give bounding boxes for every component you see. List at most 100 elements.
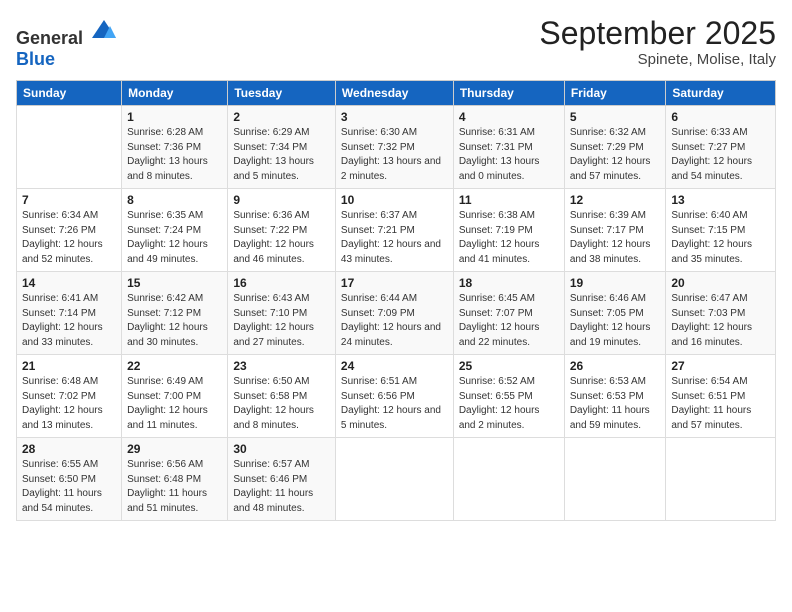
- calendar-cell: [453, 438, 564, 521]
- logo-blue: Blue: [16, 49, 55, 69]
- day-info: Sunrise: 6:40 AMSunset: 7:15 PMDaylight:…: [671, 209, 770, 267]
- day-number: 23: [233, 359, 330, 373]
- weekday-header: Monday: [122, 81, 228, 106]
- day-number: 25: [459, 359, 559, 373]
- logo: General Blue: [16, 16, 118, 70]
- calendar-table: SundayMondayTuesdayWednesdayThursdayFrid…: [16, 80, 776, 521]
- calendar-cell: 24 Sunrise: 6:51 AMSunset: 6:56 PMDayligh…: [335, 355, 453, 438]
- day-number: 26: [570, 359, 661, 373]
- day-number: 12: [570, 193, 661, 207]
- day-number: 16: [233, 276, 330, 290]
- weekday-header: Thursday: [453, 81, 564, 106]
- calendar-cell: 5 Sunrise: 6:32 AMSunset: 7:29 PMDaylight…: [564, 106, 666, 189]
- calendar-cell: 8Sunrise: 6:35 AMSunset: 7:24 PMDaylight…: [122, 189, 228, 272]
- calendar-cell: 7Sunrise: 6:34 AMSunset: 7:26 PMDaylight…: [17, 189, 122, 272]
- location-subtitle: Spinete, Molise, Italy: [539, 51, 776, 68]
- day-info: Sunrise: 6:56 AMSunset: 6:48 PMDaylight:…: [127, 458, 222, 516]
- day-number: 2: [233, 110, 330, 124]
- day-number: 22: [127, 359, 222, 373]
- day-number: 8: [127, 193, 222, 207]
- calendar-cell: 15Sunrise: 6:42 AMSunset: 7:12 PMDayligh…: [122, 272, 228, 355]
- day-number: 17: [341, 276, 448, 290]
- calendar-cell: [666, 438, 776, 521]
- calendar-cell: 6Sunrise: 6:33 AMSunset: 7:27 PMDaylight…: [666, 106, 776, 189]
- day-number: 1: [127, 110, 222, 124]
- weekday-header: Sunday: [17, 81, 122, 106]
- day-info: Sunrise: 6:51 AMSunset: 6:56 PMDaylight:…: [341, 375, 448, 433]
- weekday-header: Tuesday: [228, 81, 336, 106]
- page-header: General Blue September 2025 Spinete, Mol…: [16, 16, 776, 70]
- day-number: 19: [570, 276, 661, 290]
- day-info: Sunrise: 6:52 AMSunset: 6:55 PMDaylight:…: [459, 375, 559, 433]
- title-block: September 2025 Spinete, Molise, Italy: [539, 16, 776, 68]
- weekday-header: Friday: [564, 81, 666, 106]
- day-number: 29: [127, 442, 222, 456]
- day-number: 30: [233, 442, 330, 456]
- day-number: 4: [459, 110, 559, 124]
- day-info: Sunrise: 6:38 AMSunset: 7:19 PMDaylight:…: [459, 209, 559, 267]
- day-info: Sunrise: 6:30 AMSunset: 7:32 PMDaylight:…: [341, 126, 448, 184]
- calendar-cell: 16Sunrise: 6:43 AMSunset: 7:10 PMDayligh…: [228, 272, 336, 355]
- calendar-cell: 4 Sunrise: 6:31 AMSunset: 7:31 PMDaylight…: [453, 106, 564, 189]
- day-info: Sunrise: 6:53 AMSunset: 6:53 PMDaylight:…: [570, 375, 661, 433]
- day-info: Sunrise: 6:32 AMSunset: 7:29 PMDaylight:…: [570, 126, 661, 184]
- logo-general: General: [16, 28, 83, 48]
- day-number: 7: [22, 193, 116, 207]
- day-number: 21: [22, 359, 116, 373]
- day-number: 3: [341, 110, 448, 124]
- day-info: Sunrise: 6:33 AMSunset: 7:27 PMDaylight:…: [671, 126, 770, 184]
- day-info: Sunrise: 6:39 AMSunset: 7:17 PMDaylight:…: [570, 209, 661, 267]
- calendar-cell: 25 Sunrise: 6:52 AMSunset: 6:55 PMDayligh…: [453, 355, 564, 438]
- calendar-cell: 28Sunrise: 6:55 AMSunset: 6:50 PMDayligh…: [17, 438, 122, 521]
- month-title: September 2025: [539, 16, 776, 51]
- day-info: Sunrise: 6:48 AMSunset: 7:02 PMDaylight:…: [22, 375, 116, 433]
- calendar-cell: 1Sunrise: 6:28 AMSunset: 7:36 PMDaylight…: [122, 106, 228, 189]
- day-number: 9: [233, 193, 330, 207]
- day-info: Sunrise: 6:49 AMSunset: 7:00 PMDaylight:…: [127, 375, 222, 433]
- day-info: Sunrise: 6:41 AMSunset: 7:14 PMDaylight:…: [22, 292, 116, 350]
- calendar-week-row: 21 Sunrise: 6:48 AMSunset: 7:02 PMDayligh…: [17, 355, 776, 438]
- day-number: 14: [22, 276, 116, 290]
- day-info: Sunrise: 6:54 AMSunset: 6:51 PMDaylight:…: [671, 375, 770, 433]
- day-number: 27: [671, 359, 770, 373]
- calendar-cell: 23 Sunrise: 6:50 AMSunset: 6:58 PMDayligh…: [228, 355, 336, 438]
- day-info: Sunrise: 6:50 AMSunset: 6:58 PMDaylight:…: [233, 375, 330, 433]
- day-info: Sunrise: 6:46 AMSunset: 7:05 PMDaylight:…: [570, 292, 661, 350]
- logo-text: General Blue: [16, 16, 118, 70]
- day-number: 5: [570, 110, 661, 124]
- calendar-cell: [335, 438, 453, 521]
- calendar-cell: 22 Sunrise: 6:49 AMSunset: 7:00 PMDayligh…: [122, 355, 228, 438]
- calendar-cell: 10 Sunrise: 6:37 AMSunset: 7:21 PMDayligh…: [335, 189, 453, 272]
- calendar-cell: 3 Sunrise: 6:30 AMSunset: 7:32 PMDaylight…: [335, 106, 453, 189]
- day-info: Sunrise: 6:37 AMSunset: 7:21 PMDaylight:…: [341, 209, 448, 267]
- calendar-cell: 11 Sunrise: 6:38 AMSunset: 7:19 PMDayligh…: [453, 189, 564, 272]
- calendar-cell: 29 Sunrise: 6:56 AMSunset: 6:48 PMDayligh…: [122, 438, 228, 521]
- day-info: Sunrise: 6:44 AMSunset: 7:09 PMDaylight:…: [341, 292, 448, 350]
- day-info: Sunrise: 6:45 AMSunset: 7:07 PMDaylight:…: [459, 292, 559, 350]
- weekday-header-row: SundayMondayTuesdayWednesdayThursdayFrid…: [17, 81, 776, 106]
- calendar-cell: 12 Sunrise: 6:39 AMSunset: 7:17 PMDayligh…: [564, 189, 666, 272]
- calendar-week-row: 28Sunrise: 6:55 AMSunset: 6:50 PMDayligh…: [17, 438, 776, 521]
- calendar-cell: 19 Sunrise: 6:46 AMSunset: 7:05 PMDayligh…: [564, 272, 666, 355]
- day-number: 28: [22, 442, 116, 456]
- logo-icon: [90, 16, 118, 44]
- day-number: 20: [671, 276, 770, 290]
- day-info: Sunrise: 6:29 AMSunset: 7:34 PMDaylight:…: [233, 126, 330, 184]
- day-info: Sunrise: 6:42 AMSunset: 7:12 PMDaylight:…: [127, 292, 222, 350]
- calendar-cell: 21 Sunrise: 6:48 AMSunset: 7:02 PMDayligh…: [17, 355, 122, 438]
- day-number: 11: [459, 193, 559, 207]
- day-number: 24: [341, 359, 448, 373]
- day-info: Sunrise: 6:36 AMSunset: 7:22 PMDaylight:…: [233, 209, 330, 267]
- calendar-cell: [564, 438, 666, 521]
- calendar-cell: 18Sunrise: 6:45 AMSunset: 7:07 PMDayligh…: [453, 272, 564, 355]
- calendar-week-row: 1Sunrise: 6:28 AMSunset: 7:36 PMDaylight…: [17, 106, 776, 189]
- weekday-header: Wednesday: [335, 81, 453, 106]
- day-number: 10: [341, 193, 448, 207]
- calendar-cell: 26 Sunrise: 6:53 AMSunset: 6:53 PMDayligh…: [564, 355, 666, 438]
- day-number: 13: [671, 193, 770, 207]
- calendar-cell: 30Sunrise: 6:57 AMSunset: 6:46 PMDayligh…: [228, 438, 336, 521]
- calendar-cell: [17, 106, 122, 189]
- calendar-cell: 14 Sunrise: 6:41 AMSunset: 7:14 PMDayligh…: [17, 272, 122, 355]
- calendar-cell: 13 Sunrise: 6:40 AMSunset: 7:15 PMDayligh…: [666, 189, 776, 272]
- day-info: Sunrise: 6:31 AMSunset: 7:31 PMDaylight:…: [459, 126, 559, 184]
